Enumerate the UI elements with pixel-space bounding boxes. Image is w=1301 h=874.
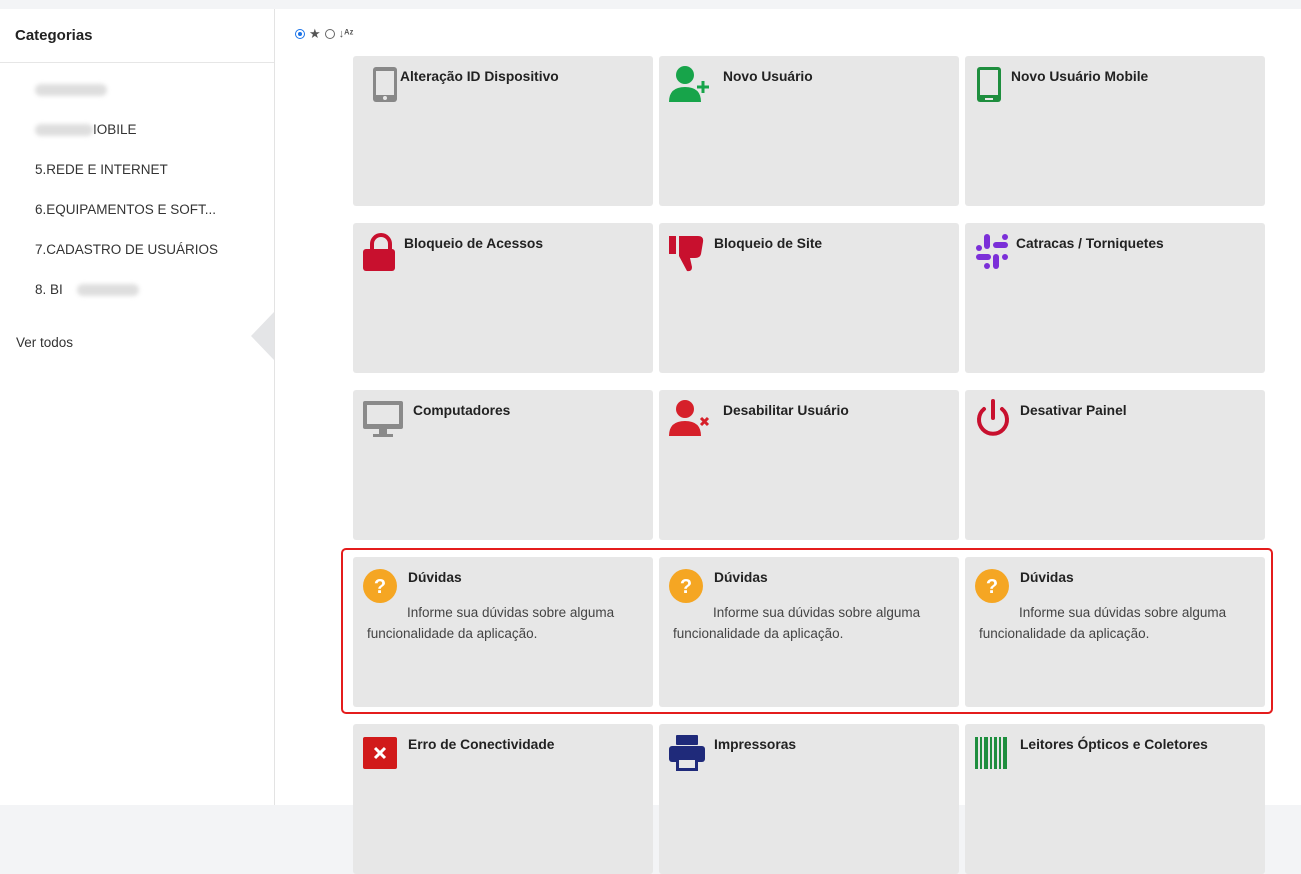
services-panel: ★ ↓ᴬᶻ Alteração ID Dispositivo Novo Usuá… [275, 9, 1301, 874]
ver-todos-link[interactable]: Ver todos [16, 335, 73, 350]
category-item-rede-internet[interactable]: 5.REDE E INTERNET [35, 159, 218, 199]
service-card[interactable]: Impressoras [659, 724, 959, 874]
service-card[interactable]: Novo Usuário Mobile [965, 56, 1265, 206]
category-sidebar: Categorias IOBILE 5.REDE E INTERNET 6.EQ… [0, 9, 275, 805]
star-icon: ★ [309, 26, 321, 41]
category-item-mobile[interactable]: IOBILE [35, 119, 218, 159]
card-title: Bloqueio de Site [714, 236, 823, 251]
service-card-duvidas[interactable]: ? Dúvidas Informe sua dúvidas sobre algu… [659, 557, 959, 707]
error-x-icon [362, 733, 402, 773]
user-remove-icon [668, 399, 710, 439]
thumbs-down-icon [668, 232, 708, 272]
sort-alpha-icon: ↓ᴬᶻ [338, 28, 354, 40]
printer-icon [668, 733, 708, 773]
svg-text:?: ? [680, 576, 692, 598]
service-card[interactable]: Bloqueio de Site [659, 223, 959, 373]
card-title: Alteração ID Dispositivo [400, 69, 559, 84]
service-card[interactable]: Desativar Painel [965, 390, 1265, 540]
tablet-icon [362, 65, 402, 105]
card-title: Impressoras [714, 737, 797, 752]
category-item-bi[interactable]: 8. BI [35, 279, 218, 319]
slack-icon [974, 232, 1014, 272]
service-card[interactable]: Computadores [353, 390, 653, 540]
card-title: Leitores Ópticos e Coletores [1020, 737, 1208, 752]
card-title: Dúvidas [714, 570, 768, 585]
monitor-icon [362, 399, 403, 439]
service-card[interactable]: Novo Usuário [659, 56, 959, 206]
service-card-duvidas[interactable]: ? Dúvidas Informe sua dúvidas sobre algu… [353, 557, 653, 707]
sort-radio-favorites[interactable] [295, 29, 305, 39]
category-item-cadastro-usuarios[interactable]: 7.CADASTRO DE USUÁRIOS [35, 239, 218, 279]
service-card-duvidas[interactable]: ? Dúvidas Informe sua dúvidas sobre algu… [965, 557, 1265, 707]
svg-text:?: ? [986, 576, 998, 598]
sidebar-pointer [251, 312, 274, 360]
top-bar [0, 0, 1301, 9]
service-card[interactable]: Catracas / Torniquetes [965, 223, 1265, 373]
service-card[interactable]: Bloqueio de Acessos [353, 223, 653, 373]
question-icon: ? [362, 566, 402, 606]
svg-text:?: ? [374, 576, 386, 598]
lock-icon [362, 232, 402, 272]
sidebar-title: Categorias [15, 27, 93, 44]
barcode-icon [974, 733, 1014, 773]
power-icon [974, 399, 1014, 439]
category-item-equipamentos[interactable]: 6.EQUIPAMENTOS E SOFT... [35, 199, 218, 239]
service-card[interactable]: Leitores Ópticos e Coletores [965, 724, 1265, 874]
service-card[interactable]: Desabilitar Usuário [659, 390, 959, 540]
card-title: Computadores [413, 403, 511, 418]
card-title: Desabilitar Usuário [723, 403, 849, 418]
user-add-icon [668, 65, 709, 105]
category-list: IOBILE 5.REDE E INTERNET 6.EQUIPAMENTOS … [35, 79, 218, 319]
card-title: Erro de Conectividade [408, 737, 555, 752]
card-title: Dúvidas [408, 570, 462, 585]
card-title: Catracas / Torniquetes [1016, 236, 1164, 251]
card-description: Informe sua dúvidas sobre alguma funcion… [367, 605, 615, 641]
category-label: IOBILE [93, 122, 137, 137]
category-item-1[interactable] [35, 79, 218, 119]
card-title: Novo Usuário Mobile [1011, 69, 1149, 84]
category-label: 8. BI [35, 282, 63, 297]
blurred-text [35, 84, 107, 97]
card-description: Informe sua dúvidas sobre alguma funcion… [673, 605, 921, 641]
sidebar-divider [0, 62, 274, 63]
card-title: Dúvidas [1020, 570, 1074, 585]
category-label: 6.EQUIPAMENTOS E SOFT... [35, 202, 217, 217]
category-label: 5.REDE E INTERNET [35, 162, 168, 177]
sort-radio-alphabetical[interactable] [324, 29, 335, 39]
blurred-text [76, 284, 139, 297]
card-title: Novo Usuário [723, 69, 813, 84]
card-title: Desativar Painel [1020, 403, 1127, 418]
question-icon: ? [974, 566, 1014, 606]
blurred-text [35, 124, 93, 137]
question-icon: ? [668, 566, 708, 606]
card-description: Informe sua dúvidas sobre alguma funcion… [979, 605, 1227, 641]
mobile-phone-icon [974, 65, 1014, 105]
sort-options: ★ ↓ᴬᶻ [295, 26, 353, 42]
service-card[interactable]: Erro de Conectividade [353, 724, 653, 874]
card-title: Bloqueio de Acessos [404, 236, 544, 251]
category-label: 7.CADASTRO DE USUÁRIOS [35, 242, 219, 257]
service-card[interactable]: Alteração ID Dispositivo [353, 56, 653, 206]
